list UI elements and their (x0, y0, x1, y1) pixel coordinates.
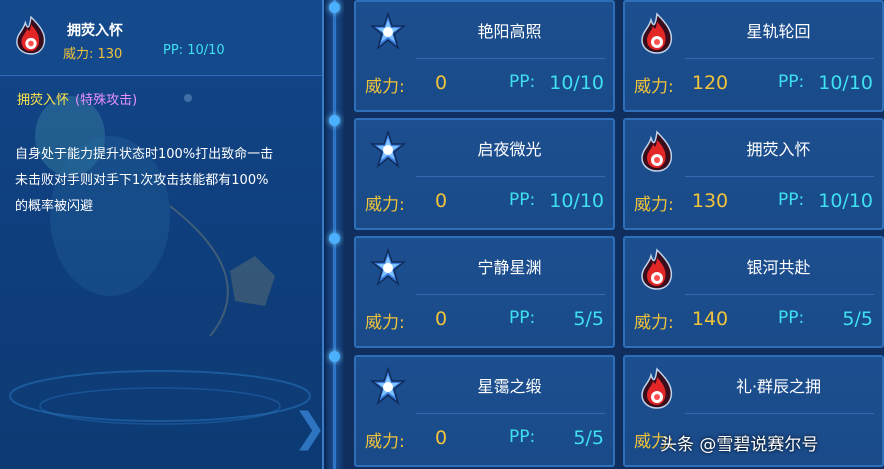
panel-divider (326, 0, 344, 469)
power-label: 威力: (634, 313, 674, 333)
power-label: 威力: (365, 77, 405, 97)
detail-header: 拥荧入怀 威力: 130 PP: 10/10 (0, 0, 322, 76)
card-separator (685, 176, 874, 177)
power-value: 0 (434, 427, 448, 449)
pp-label: PP: (509, 308, 536, 328)
character-art (9, 94, 311, 425)
detail-subtitle-type: (特殊攻击) (75, 93, 138, 108)
pp-label: PP: (509, 190, 536, 210)
divider-dot (329, 115, 340, 126)
skill-name: 礼·群辰之拥 (735, 377, 822, 396)
power-label: 威力: (365, 195, 405, 215)
divider-dot (329, 233, 340, 244)
chevron-right-icon[interactable]: ❯ (293, 405, 322, 451)
power-label: 威力: (365, 313, 405, 333)
pp-value: 5/5 (842, 308, 873, 330)
detail-power: 威力: 130 (63, 47, 123, 62)
card-separator (685, 58, 874, 59)
pp-label: PP: (778, 72, 805, 92)
skill-name: 拥荧入怀 (746, 140, 811, 159)
star-icon (369, 247, 407, 290)
pp-value: 10/10 (818, 72, 873, 94)
skill-card[interactable]: 星霭之缎威力: 0 PP: 5/5 (354, 355, 615, 467)
pp-label: PP: (778, 190, 805, 210)
skill-name: 艳阳高照 (477, 22, 542, 41)
skill-name: 星霭之缎 (477, 377, 542, 396)
skill-card[interactable]: 星轨轮回威力: 120 PP: 10/10 (623, 0, 884, 112)
divider-dot (329, 2, 340, 13)
power-value: 140 (691, 308, 729, 330)
card-separator (416, 176, 605, 177)
fire-icon (639, 367, 675, 409)
power-label: 威力: (634, 77, 674, 97)
power-value: 0 (434, 308, 448, 330)
pp-value: 10/10 (549, 72, 604, 94)
star-icon (369, 366, 407, 409)
fire-icon (639, 12, 675, 54)
fire-icon (16, 15, 46, 55)
skill-card[interactable]: 艳阳高照威力: 0 PP: 10/10 (354, 0, 615, 112)
pp-value: 10/10 (818, 190, 873, 212)
skill-card[interactable]: 宁静星渊威力: 0 PP: 5/5 (354, 236, 615, 348)
pp-label: PP: (778, 308, 805, 328)
description-line: 的概率被闪避 (15, 199, 94, 214)
divider-dot (329, 351, 340, 362)
star-icon (369, 11, 407, 54)
detail-description: 自身处于能力提升状态时100%打出致命一击 未击败对手则对手下1次攻击技能都有1… (15, 142, 315, 220)
fire-icon (639, 130, 675, 172)
star-icon (369, 129, 407, 172)
pp-value: 5/5 (573, 308, 604, 330)
fire-icon (639, 248, 675, 290)
skill-card[interactable]: 启夜微光威力: 0 PP: 10/10 (354, 118, 615, 230)
description-line: 未击败对手则对手下1次攻击技能都有100% (15, 173, 269, 188)
skill-name: 启夜微光 (477, 140, 542, 159)
detail-pp: PP: 10/10 (163, 43, 225, 58)
power-value: 130 (691, 190, 729, 212)
card-separator (416, 413, 605, 414)
power-value: 0 (434, 72, 448, 94)
power-value: 120 (691, 72, 729, 94)
skill-name: 宁静星渊 (477, 258, 542, 277)
skill-card[interactable]: 银河共赴威力: 140 PP: 5/5 (623, 236, 884, 348)
pp-label: PP: (509, 72, 536, 92)
detail-subtitle-name: 拥荧入怀 (17, 93, 70, 108)
skill-card[interactable]: 拥荧入怀威力: 130 PP: 10/10 (623, 118, 884, 230)
skill-name: 星轨轮回 (746, 22, 811, 41)
pp-label: PP: (509, 427, 536, 447)
card-separator (685, 294, 874, 295)
skill-detail-panel: 拥荧入怀 威力: 130 PP: 10/10 拥荧入怀 (特殊攻击) 自身处于能力… (0, 0, 324, 469)
detail-subtitle: 拥荧入怀 (特殊攻击) (17, 89, 137, 108)
power-value: 0 (434, 190, 448, 212)
power-label: 威力: (634, 195, 674, 215)
pp-value: 5/5 (573, 427, 604, 449)
card-separator (416, 58, 605, 59)
skill-name: 银河共赴 (746, 258, 811, 277)
detail-skill-name: 拥荧入怀 (67, 23, 123, 39)
description-line: 自身处于能力提升状态时100%打出致命一击 (15, 147, 274, 162)
watermark: 头条 @雪碧说赛尔号 (660, 435, 819, 455)
power-label: 威力: (365, 432, 405, 452)
card-separator (416, 294, 605, 295)
card-separator (685, 413, 874, 414)
pp-value: 10/10 (549, 190, 604, 212)
